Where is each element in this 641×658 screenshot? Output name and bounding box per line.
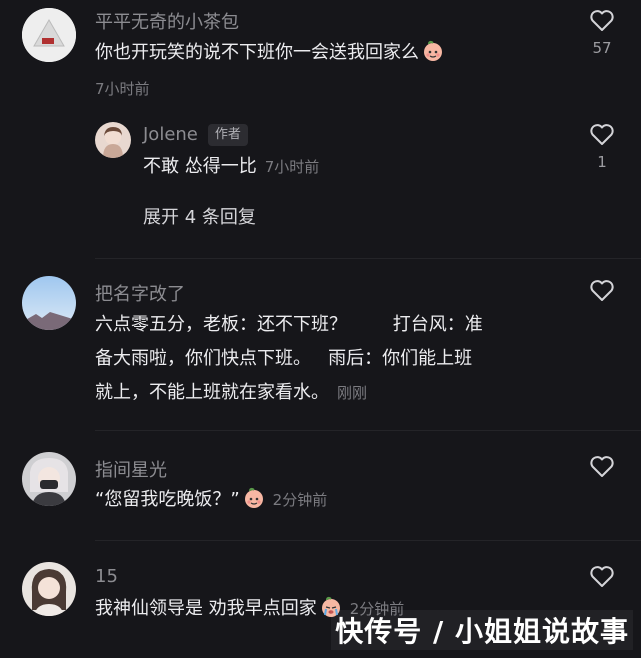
reply-text[interactable]: 不敢 怂得一比 7小时前 [143, 150, 543, 184]
heart-outline-icon [590, 124, 614, 145]
divider [95, 258, 641, 259]
avatar[interactable] [22, 276, 76, 330]
comment-text-body: “您留我吃晚饭？” [95, 489, 240, 510]
girl-avatar-icon [95, 122, 131, 158]
heart-outline-icon [590, 456, 614, 477]
comment-text-line: 就上，不能上班就在家看水。 [95, 382, 329, 403]
expand-replies-button[interactable]: 展开 4 条回复 [143, 203, 256, 229]
peach-face-emoji-icon [422, 40, 444, 62]
reply-avatar[interactable] [95, 122, 131, 158]
comment-text[interactable]: 六点零五分，老板：还不下班？ 打台风：准 备大雨啦，你们快点下班。 雨后：你们能… [95, 308, 565, 410]
reply-username-label: Jolene [143, 124, 198, 145]
peach-face-emoji-icon [243, 487, 265, 509]
reply-like-count: 1 [597, 153, 607, 171]
divider [95, 540, 641, 541]
reply-time: 7小时前 [264, 158, 320, 176]
author-badge: 作者 [207, 124, 248, 146]
comment-time: 2分钟前 [272, 491, 328, 509]
comment-text-body: 你也开玩笑的说不下班你一会送我回家么 [95, 42, 419, 63]
comment-text[interactable]: “您留我吃晚饭？” 2分钟前 [95, 483, 555, 517]
sky-avatar-icon [22, 276, 76, 330]
like-count: 57 [592, 39, 612, 57]
reply-username[interactable]: Jolene 作者 [143, 124, 248, 146]
heart-outline-icon [590, 280, 614, 301]
watermark: 快传号 / 小姐姐说故事 [331, 610, 633, 650]
avatar[interactable] [22, 562, 76, 616]
reply-like-button[interactable]: 1 [582, 123, 622, 171]
reply-text-body: 不敢 怂得一比 [143, 156, 257, 177]
heart-outline-icon [590, 566, 614, 587]
divider [95, 430, 641, 431]
comment-time: 7小时前 [95, 80, 150, 98]
like-button[interactable] [582, 565, 622, 589]
like-button[interactable]: 57 [582, 9, 622, 57]
tea-bag-avatar-icon [22, 8, 76, 62]
comment-text-line: 六点零五分，老板：还不下班？ 打台风：准 [95, 314, 483, 335]
girl-avatar-icon [22, 562, 76, 616]
comment-username[interactable]: 指间星光 [95, 456, 167, 482]
comment-time: 刚刚 [337, 384, 368, 402]
avatar[interactable] [22, 452, 76, 506]
comment-username[interactable]: 15 [95, 566, 118, 587]
comment-username[interactable]: 平平无奇的小茶包 [95, 8, 239, 34]
comment-text[interactable]: 你也开玩笑的说不下班你一会送我回家么 [95, 36, 555, 70]
comment-text-line: 备大雨啦，你们快点下班。 雨后：你们能上班 [95, 348, 473, 369]
heart-outline-icon [590, 10, 614, 31]
comment-text-body: 我神仙领导是 劝我早点回家 [95, 598, 317, 619]
comment-text-line-last: 就上，不能上班就在家看水。 刚刚 [95, 376, 565, 410]
like-button[interactable] [582, 279, 622, 303]
avatar[interactable] [22, 8, 76, 62]
comment-item: 平平无奇的小茶包 你也开玩笑的说不下班你一会送我回家么 7小时前 57 Jole… [0, 0, 641, 250]
like-button[interactable] [582, 455, 622, 479]
comment-username[interactable]: 把名字改了 [95, 280, 185, 306]
girl-avatar-icon [22, 452, 76, 506]
